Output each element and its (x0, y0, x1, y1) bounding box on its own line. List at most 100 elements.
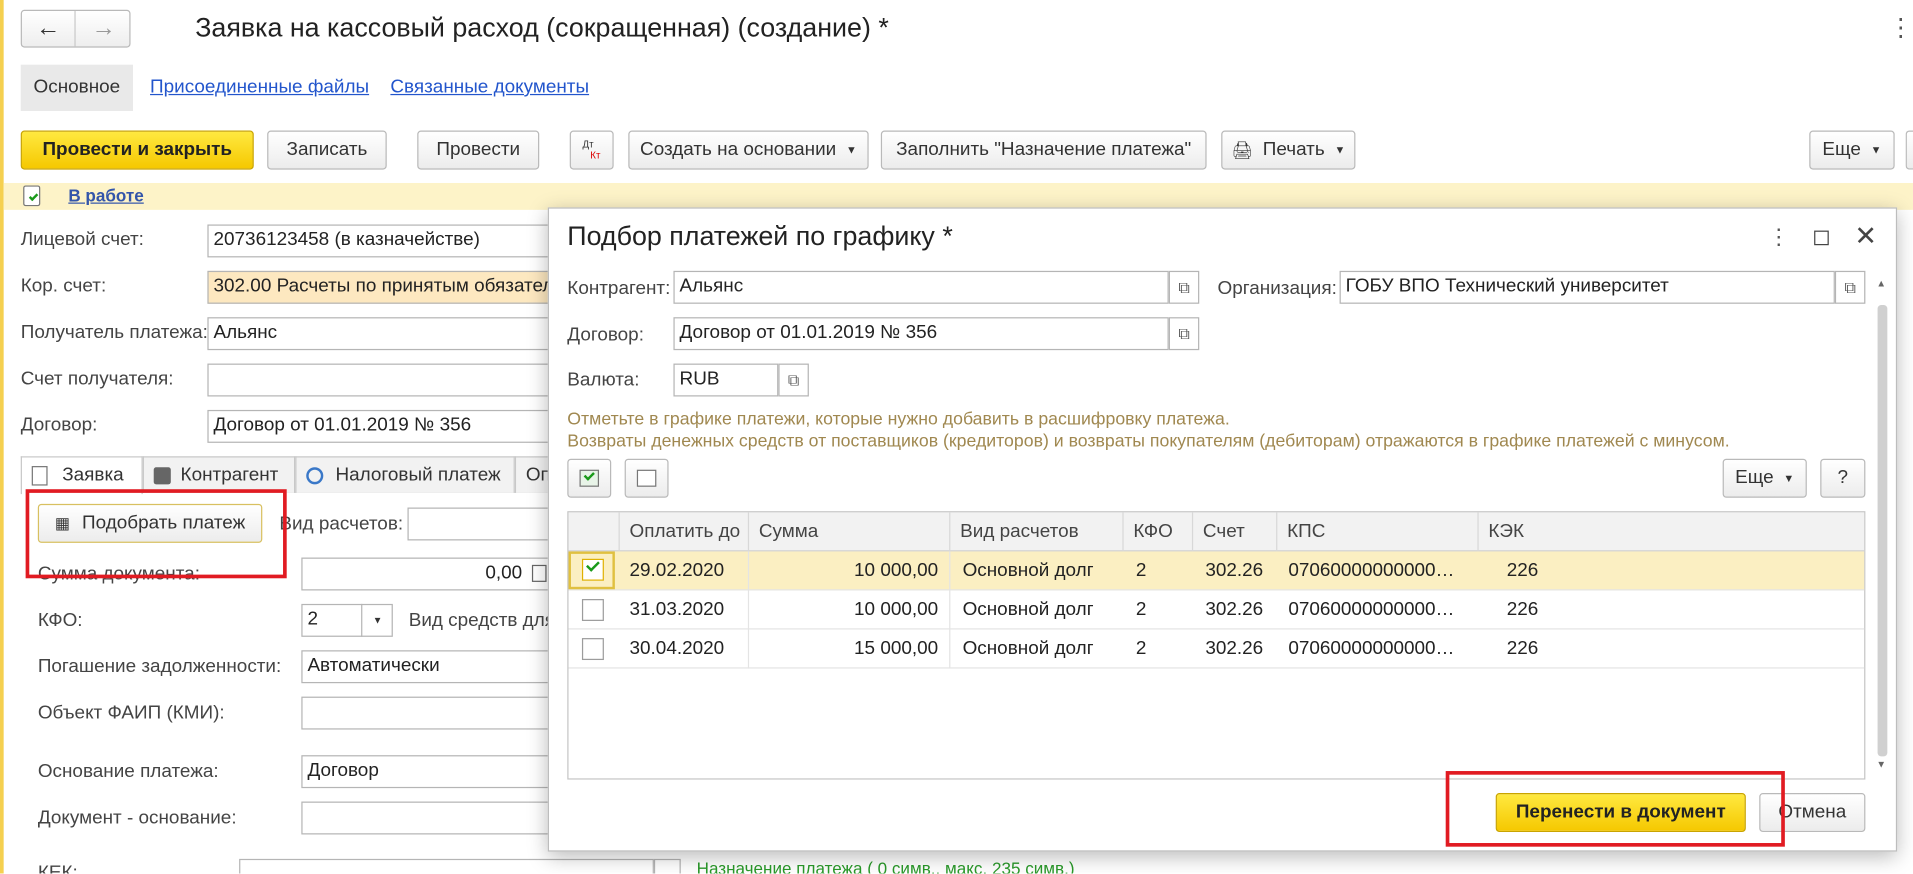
recipient-account-label: Счет получателя: (20, 368, 174, 390)
scroll-up-icon[interactable]: ▲ (1876, 278, 1886, 289)
debt-repayment-label: Погашение задолженности: (37, 656, 282, 678)
nav-buttons: ← → (20, 9, 131, 48)
tab-attached-files[interactable]: Присоединенные файлы (150, 77, 369, 99)
row-checkbox[interactable] (581, 638, 604, 661)
row-checkbox[interactable] (581, 599, 604, 621)
dt-kt-icon-bottom: Кт (590, 150, 601, 162)
chevron-down-icon: ▼ (1870, 143, 1882, 157)
row-account: 302.26 (1205, 637, 1264, 659)
currency-open-icon[interactable]: ⧉ (778, 363, 809, 397)
table-row[interactable]: 29.02.2020 10 000,00 Основной долг 2 302… (568, 551, 1865, 591)
post-button[interactable]: Провести (417, 130, 540, 170)
account-label: Лицевой счет: (20, 229, 144, 251)
row-calc-type: Основной долг (962, 559, 1094, 581)
col-calc-type[interactable]: Вид расчетов (950, 512, 1124, 552)
tab-main[interactable]: Основное (20, 64, 133, 112)
uncheck-all-button[interactable] (624, 458, 669, 498)
counterparty-icon (153, 466, 171, 484)
table-row[interactable]: 30.04.2020 15 000,00 Основной долг 2 302… (568, 630, 1865, 669)
tab-main-label: Основное (33, 76, 121, 98)
dialog-currency-field[interactable]: RUB (673, 363, 779, 397)
dialog-org-field[interactable]: ГОБУ ВПО Технический университет (1339, 270, 1835, 304)
basis-document-field[interactable] (301, 801, 558, 835)
row-kek: 226 (1506, 598, 1539, 620)
col-kps[interactable]: КПС (1277, 512, 1479, 552)
col-divider (949, 551, 951, 669)
document-sum-field[interactable]: 0,00 (301, 557, 558, 591)
status-link[interactable]: В работе (68, 185, 143, 205)
tab-request-label: Заявка (62, 464, 124, 486)
dialog-counterparty-label: Контрагент: (567, 278, 671, 299)
back-arrow-icon[interactable]: ← (22, 10, 76, 47)
col-account[interactable]: Счет (1193, 512, 1278, 552)
toolbar-overflow-button[interactable] (1905, 130, 1913, 170)
account-field[interactable]: 20736123458 (в казначействе) (207, 224, 562, 258)
tab-counterparty-label: Контрагент (180, 464, 279, 485)
funds-type-label: Вид средств для (408, 610, 556, 631)
contract-field[interactable]: Договор от 01.01.2019 № 356 (207, 409, 562, 443)
row-calc-type: Основной долг (962, 598, 1094, 620)
dt-kt-button[interactable]: Дт Кт (569, 130, 614, 170)
maximize-icon[interactable] (1814, 230, 1829, 246)
scroll-thumb[interactable] (1877, 305, 1888, 757)
row-kfo: 2 (1135, 559, 1147, 581)
scroll-down-icon[interactable]: ▼ (1876, 759, 1886, 770)
dialog-contract-field[interactable]: Договор от 01.01.2019 № 356 (673, 317, 1169, 351)
close-icon[interactable]: ✕ (1854, 221, 1876, 253)
help-button[interactable]: ? (1820, 458, 1866, 498)
post-and-close-button[interactable]: Провести и закрыть (20, 130, 254, 170)
chevron-down-icon: ▼ (372, 614, 383, 626)
fill-purpose-button[interactable]: Заполнить "Назначение платежа" (880, 130, 1207, 170)
debt-repayment-field[interactable]: Автоматически (301, 650, 558, 684)
check-all-button[interactable] (567, 458, 612, 498)
recipient-account-field[interactable] (207, 363, 562, 397)
document-icon (31, 466, 48, 486)
tab-related-documents[interactable]: Связанные документы (390, 77, 589, 99)
dt-kt-icon-top: Дт (582, 139, 594, 151)
payment-basis-field[interactable]: Договор (301, 755, 558, 789)
table-row[interactable]: 31.03.2020 10 000,00 Основной долг 2 302… (568, 590, 1865, 630)
dialog-hint-line1: Отметьте в графике платежи, которые нужн… (567, 409, 1230, 430)
tab-tax-payment[interactable]: Налоговый платеж (295, 456, 515, 493)
contract-open-icon[interactable]: ⧉ (1168, 317, 1200, 351)
dialog-more-icon[interactable]: ⋮ (1768, 224, 1790, 250)
corr-account-field[interactable]: 302.00 Расчеты по принятым обязательства… (207, 270, 562, 304)
row-account: 302.26 (1205, 559, 1264, 581)
more-button[interactable]: Еще ▼ (1809, 130, 1895, 170)
print-button[interactable]: 🖨 Печать ▼ (1221, 130, 1356, 170)
col-kek[interactable]: КЭК (1479, 512, 1865, 551)
save-button[interactable]: Записать (267, 130, 387, 170)
calculator-icon[interactable] (531, 564, 547, 582)
org-open-icon[interactable]: ⧉ (1834, 270, 1866, 304)
dialog-contract-label: Договор: (567, 324, 644, 346)
col-checkbox (569, 512, 620, 552)
kek-field[interactable] (239, 858, 654, 874)
faip-object-field[interactable] (301, 696, 558, 730)
chevron-down-icon: ▼ (1334, 143, 1346, 157)
window-title: Заявка на кассовый расход (сокращенная) … (195, 12, 889, 43)
kfo-dropdown-button[interactable]: ▼ (361, 603, 393, 637)
counterparty-open-icon[interactable]: ⧉ (1168, 270, 1200, 304)
recipient-field[interactable]: Альянс (207, 317, 562, 351)
forward-arrow-icon[interactable]: → (77, 11, 131, 46)
document-sum-value: 0,00 (485, 562, 523, 584)
row-kek: 226 (1506, 637, 1539, 659)
col-divider (747, 551, 750, 669)
corr-account-label: Кор. счет: (20, 275, 107, 297)
col-due-date[interactable]: Оплатить до (620, 512, 750, 552)
col-kfo[interactable]: КФО (1124, 512, 1194, 552)
kfo-value: 2 (307, 608, 318, 630)
dialog-more-button[interactable]: Еще ▼ (1722, 458, 1807, 498)
kek-open-icon[interactable] (653, 858, 681, 874)
col-sum[interactable]: Сумма (749, 512, 951, 552)
window-more-icon[interactable]: ⋮ (1889, 12, 1913, 43)
dialog-scrollbar[interactable]: ▲ ▼ (1876, 278, 1888, 773)
highlight-transfer (1445, 771, 1785, 847)
row-kps: 07060000000000… (1288, 559, 1455, 581)
calc-type-field[interactable] (407, 507, 554, 541)
dialog-counterparty-field[interactable]: Альянс (673, 270, 1169, 304)
create-based-on-button[interactable]: Создать на основании ▼ (628, 130, 869, 170)
tab-counterparty[interactable]: Контрагент (142, 456, 296, 493)
row-due-date: 30.04.2020 (629, 637, 725, 659)
printer-icon: 🖨 (1231, 139, 1253, 160)
